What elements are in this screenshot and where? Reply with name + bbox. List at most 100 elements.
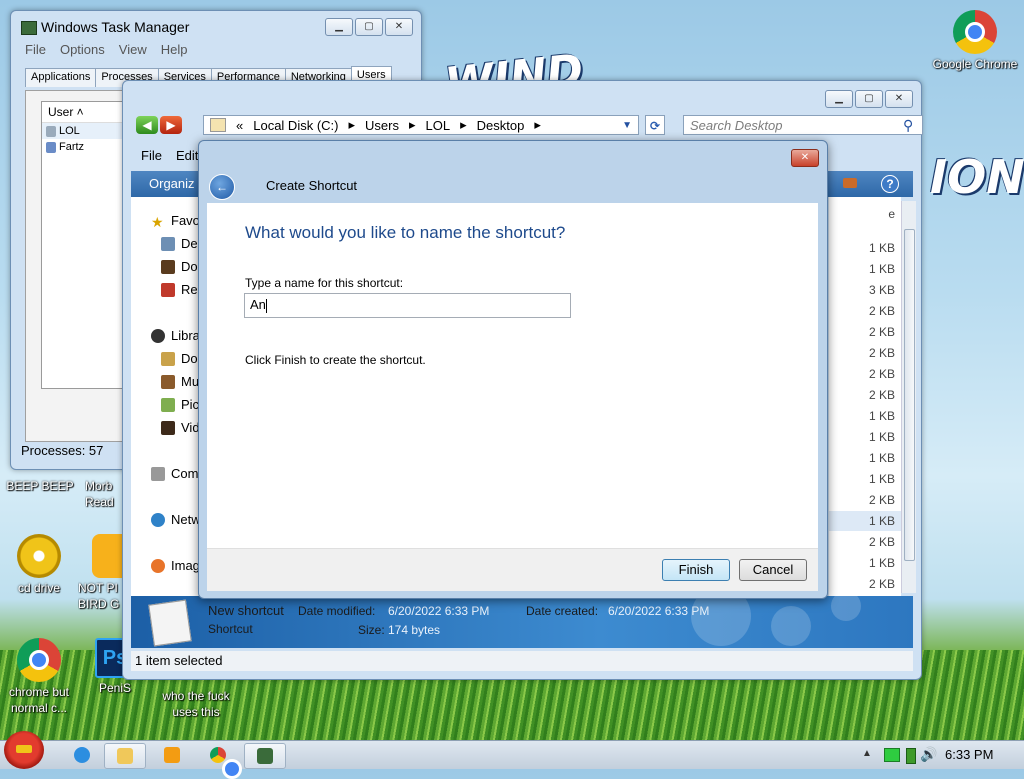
file-size: 2 KB: [868, 346, 895, 360]
breadcrumb-users[interactable]: Users: [365, 118, 399, 133]
user-name: Fartz: [59, 141, 85, 153]
minimize-button[interactable]: ▁: [825, 90, 853, 108]
search-input[interactable]: Search Desktop: [683, 115, 923, 135]
column-header-user[interactable]: User ˄: [42, 102, 124, 123]
file-size: 3 KB: [868, 283, 895, 297]
file-size: 1 KB: [868, 409, 895, 423]
help-icon[interactable]: ?: [881, 175, 899, 193]
nav-network[interactable]: Netw: [151, 512, 201, 527]
game-icon: [92, 534, 124, 578]
menu-view[interactable]: View: [119, 42, 147, 57]
list-item[interactable]: Fartz: [42, 139, 124, 155]
breadcrumb-lol[interactable]: LOL: [426, 118, 451, 133]
close-button[interactable]: ✕: [791, 149, 819, 167]
desktop-icon-google-chrome[interactable]: Google Chrome: [930, 10, 1020, 72]
desktop-icon-label: NOT PI BIRD G: [78, 581, 120, 611]
maximize-button[interactable]: ▢: [355, 18, 383, 36]
chevron-up-icon[interactable]: ▲: [862, 748, 872, 759]
desktop-icon-beep[interactable]: BEEP BEEP: [0, 478, 85, 494]
folder-icon: [117, 748, 133, 764]
shortcut-name-input[interactable]: An: [244, 293, 571, 318]
search-icon[interactable]: ⚲: [903, 117, 913, 134]
address-bar[interactable]: « Local Disk (C:) ▸ Users ▸ LOL ▸ Desktop ▸ …: [203, 115, 639, 135]
menu-file[interactable]: File: [25, 42, 46, 57]
chevron-right-icon[interactable]: ▸: [348, 117, 355, 133]
taskbar-task-manager[interactable]: [244, 743, 286, 769]
chevron-right-icon[interactable]: ▸: [534, 117, 541, 133]
nav-pictures[interactable]: Pic: [161, 397, 199, 412]
menu-file[interactable]: File: [141, 148, 162, 168]
shortcut-file-icon: [148, 599, 192, 647]
close-button[interactable]: ✕: [885, 90, 913, 108]
nav-documents[interactable]: Do: [161, 351, 198, 366]
network-status-icon[interactable]: [884, 748, 900, 762]
breadcrumb-overflow[interactable]: «: [236, 118, 243, 133]
desktop-icon-not-bird[interactable]: NOT PI BIRD G: [78, 534, 124, 612]
file-list-scrollbar[interactable]: [901, 201, 916, 593]
clock[interactable]: 6:33 PM: [945, 747, 993, 762]
breadcrumb-local-disk[interactable]: Local Disk (C:): [253, 118, 338, 133]
details-modified-label: Date modified:: [298, 604, 376, 618]
chevron-right-icon[interactable]: ▸: [460, 117, 467, 133]
file-size: 2 KB: [868, 388, 895, 402]
taskbar-chrome[interactable]: [198, 743, 242, 779]
nav-videos[interactable]: Vid: [161, 420, 200, 435]
menu-help[interactable]: Help: [161, 42, 188, 57]
refresh-icon[interactable]: ⟳: [645, 115, 665, 135]
desktop-icon-label: BEEP BEEP: [6, 479, 74, 493]
nav-desktop[interactable]: De: [161, 236, 198, 251]
menu-edit[interactable]: Edit: [176, 148, 198, 168]
nav-downloads[interactable]: Do: [161, 259, 198, 274]
file-size: 2 KB: [868, 493, 895, 507]
user-name: LOL: [59, 125, 80, 137]
battery-icon[interactable]: [906, 748, 916, 764]
user-icon: [46, 141, 56, 153]
finish-button[interactable]: Finish: [662, 559, 730, 581]
taskbar-ie[interactable]: [62, 743, 102, 767]
nav-music[interactable]: Mu: [161, 374, 199, 389]
shortcut-name-label: Type a name for this shortcut:: [245, 276, 404, 290]
maximize-button[interactable]: ▢: [855, 90, 883, 108]
back-arrow-icon[interactable]: ◀: [136, 116, 158, 134]
cancel-button[interactable]: Cancel: [739, 559, 807, 581]
column-header-size[interactable]: e: [888, 207, 895, 221]
nav-computer[interactable]: Com: [151, 466, 198, 481]
menu-options[interactable]: Options: [60, 42, 105, 57]
star-icon: ★: [151, 213, 164, 230]
users-list[interactable]: User ˄ LOL Fartz: [41, 101, 125, 389]
desktop-icon-who[interactable]: who the fuck uses this: [150, 688, 242, 720]
cd-drive-icon: [17, 534, 61, 578]
close-button[interactable]: ✕: [385, 18, 413, 36]
taskbar-media-player[interactable]: [152, 743, 192, 767]
dialog-title: Create Shortcut: [266, 178, 358, 193]
organize-button[interactable]: Organiz: [149, 176, 195, 191]
file-list-sizes[interactable]: e 1 KB 1 KB 3 KB 2 KB 2 KB 2 KB 2 KB 2 K…: [829, 197, 901, 642]
start-button[interactable]: [4, 731, 44, 769]
file-size: 2 KB: [868, 325, 895, 339]
list-item[interactable]: LOL: [42, 123, 124, 139]
desktop-icon: [161, 236, 175, 251]
preview-pane-icon[interactable]: [843, 178, 857, 188]
create-shortcut-dialog[interactable]: ✕ ← Create Shortcut What would you like …: [198, 140, 828, 599]
tab-applications[interactable]: Applications: [25, 68, 97, 87]
minimize-button[interactable]: ▁: [325, 18, 353, 36]
folder-icon: [210, 118, 226, 132]
nav-libraries[interactable]: Libra: [151, 328, 200, 343]
forward-arrow-icon[interactable]: ▶: [160, 116, 182, 134]
text-cursor: [265, 298, 267, 313]
wallpaper-wordart-right: ION: [930, 150, 1024, 204]
volume-icon[interactable]: 🔊: [920, 746, 937, 763]
desktop-icon-label: who the fuck uses this: [162, 689, 230, 719]
nav-image[interactable]: Imag: [151, 558, 200, 573]
task-manager-icon: [257, 748, 273, 764]
desktop-icon-cd-drive[interactable]: cd drive: [0, 534, 84, 596]
chevron-right-icon[interactable]: ▸: [409, 117, 416, 133]
desktop-icon-morb[interactable]: Morb Read: [85, 478, 125, 510]
taskbar-explorer[interactable]: [104, 743, 146, 769]
breadcrumb-desktop[interactable]: Desktop: [477, 118, 525, 133]
back-arrow-icon[interactable]: ←: [209, 174, 235, 200]
details-pane: New shortcut Shortcut Date modified: 6/2…: [131, 596, 913, 648]
chevron-down-icon[interactable]: ▼: [622, 120, 632, 131]
nav-favorites[interactable]: ★ Favo: [151, 213, 200, 230]
scrollbar-thumb[interactable]: [904, 229, 915, 561]
